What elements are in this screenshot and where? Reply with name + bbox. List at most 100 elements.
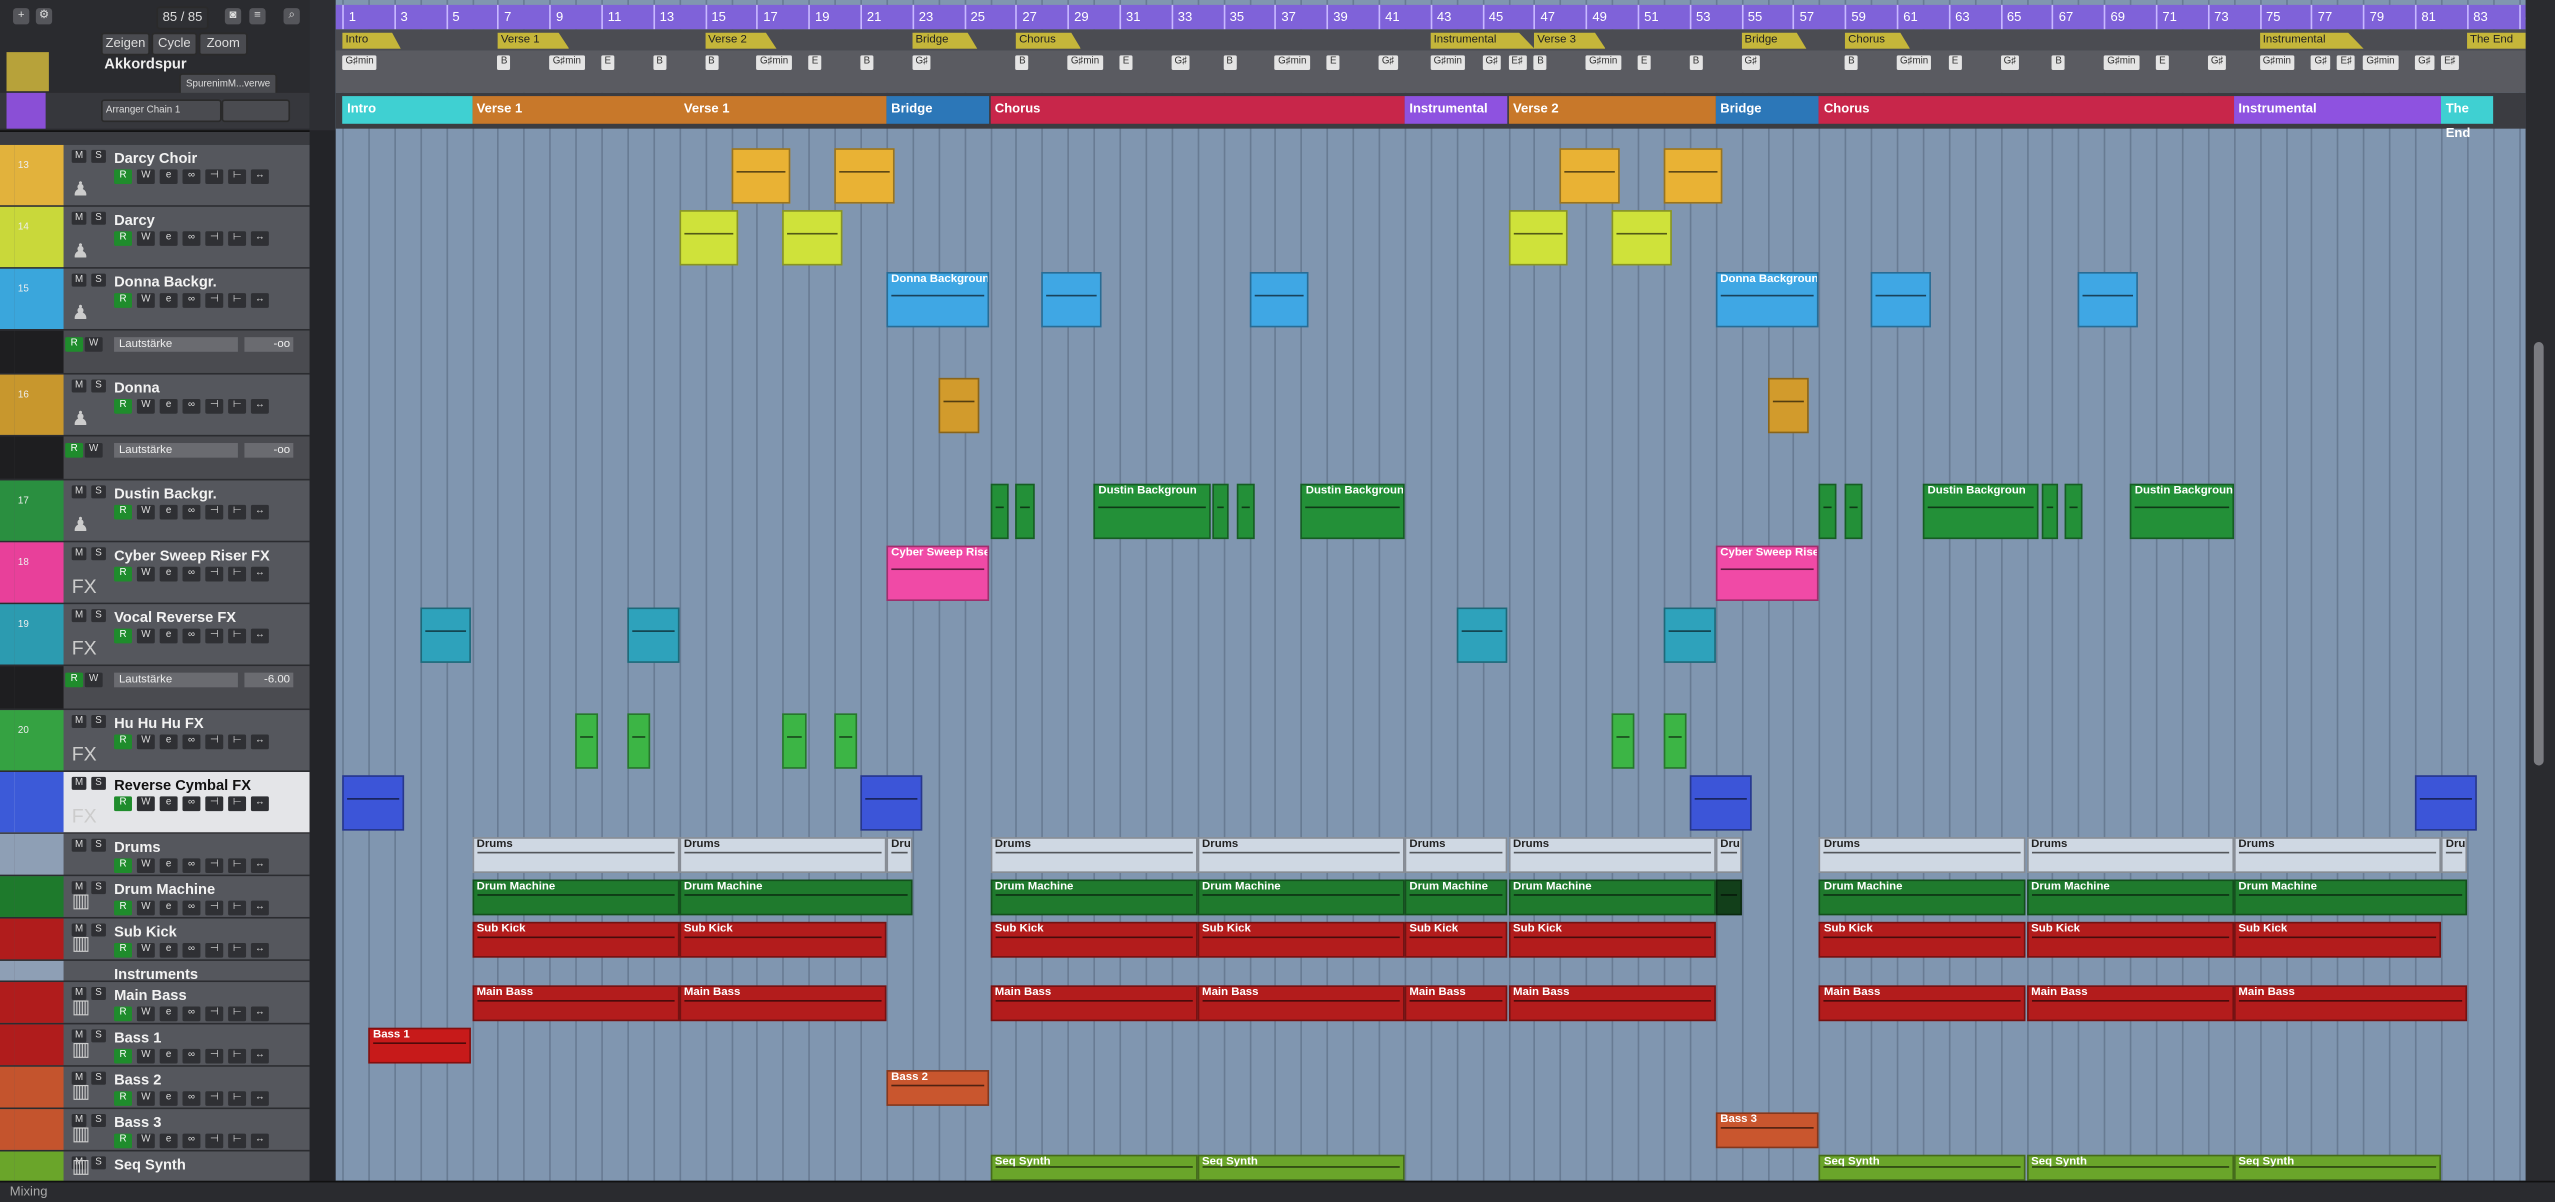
arranger-section[interactable]: Verse 2: [1508, 96, 1716, 124]
mute-button[interactable]: M: [71, 485, 87, 499]
send-button[interactable]: ⊢: [228, 1006, 247, 1022]
chord-event[interactable]: G♯: [912, 55, 932, 71]
event-display[interactable]: 1 3 5 7 9 11 13 15 17 19 21 23 25 27 29 31 33 35 37 39 41 43 4…: [335, 0, 2526, 1181]
insert-button[interactable]: ⊣: [205, 169, 224, 185]
chord-event[interactable]: B: [2052, 55, 2066, 71]
monitor-button[interactable]: W: [136, 1006, 155, 1022]
event[interactable]: Sub Kick: [471, 921, 679, 958]
event[interactable]: [1015, 483, 1034, 540]
arranger-section[interactable]: Verse 1: [471, 96, 679, 124]
track-header[interactable]: Sub Kick M S R We ∞ ⊣ ⊢ ↔ ▥: [0, 918, 310, 961]
read-automation-icon[interactable]: R: [65, 337, 84, 352]
record-enable-button[interactable]: R: [114, 566, 132, 582]
solo-button[interactable]: S: [91, 379, 106, 393]
event[interactable]: Drum Machine: [1819, 879, 2027, 916]
event[interactable]: Main Bass: [1197, 985, 1405, 1022]
chord-event[interactable]: B: [497, 55, 511, 71]
chord-event[interactable]: E: [1637, 55, 1651, 71]
edit-button[interactable]: e: [159, 1048, 178, 1064]
chord-event[interactable]: G♯: [1378, 55, 1398, 71]
monitor-button[interactable]: W: [136, 943, 155, 958]
chord-event[interactable]: G♯min: [1430, 55, 1466, 71]
event[interactable]: Drum Machine: [989, 879, 1198, 916]
record-enable-button[interactable]: R: [114, 1006, 132, 1022]
event[interactable]: Sub Kick: [1819, 921, 2027, 958]
zoom-button[interactable]: Zoom: [198, 32, 248, 56]
send-button[interactable]: ⊢: [228, 169, 247, 185]
insert-button[interactable]: ⊣: [205, 1133, 224, 1149]
monitor-button[interactable]: W: [136, 169, 155, 185]
lane-button[interactable]: ↔: [250, 566, 269, 582]
event[interactable]: Drums: [678, 837, 887, 873]
insert-button[interactable]: ⊣: [205, 1048, 224, 1064]
send-button[interactable]: ⊢: [228, 1133, 247, 1149]
send-button[interactable]: ⊢: [228, 900, 247, 916]
arranger-section[interactable]: Chorus: [1819, 96, 2234, 124]
automation-param[interactable]: Lautstärke: [114, 443, 238, 458]
chord-event[interactable]: G♯: [2311, 55, 2331, 71]
chord-event[interactable]: E: [601, 55, 615, 71]
lane-button[interactable]: ↔: [250, 1133, 269, 1149]
solo-button[interactable]: S: [91, 1156, 106, 1170]
monitor-button[interactable]: W: [136, 504, 155, 520]
automation-value[interactable]: -oo: [244, 443, 294, 458]
event[interactable]: [1611, 713, 1636, 769]
send-button[interactable]: ⊢: [228, 504, 247, 520]
edit-button[interactable]: e: [159, 231, 178, 246]
send-button[interactable]: ⊢: [228, 1048, 247, 1064]
chord-event[interactable]: E: [808, 55, 822, 71]
event[interactable]: [1663, 148, 1724, 204]
write-automation-icon[interactable]: W: [84, 672, 103, 688]
chord-event[interactable]: G♯min: [2259, 55, 2295, 71]
edit-button[interactable]: e: [159, 734, 178, 750]
link-button[interactable]: ∞: [182, 566, 201, 582]
arranger-section[interactable]: Bridge: [1715, 96, 1819, 124]
mute-button[interactable]: M: [71, 838, 87, 852]
monitor-button[interactable]: W: [136, 734, 155, 750]
solo-button[interactable]: S: [91, 485, 106, 499]
event[interactable]: [1236, 483, 1255, 540]
send-button[interactable]: ⊢: [228, 399, 247, 414]
edit-button[interactable]: e: [159, 399, 178, 414]
link-button[interactable]: ∞: [182, 1133, 201, 1149]
chord-event[interactable]: G♯min: [549, 55, 585, 71]
track-header[interactable]: 19 Vocal Reverse FX M S R We ∞ ⊣ ⊢ ↔ FX: [0, 604, 310, 667]
insert-button[interactable]: ⊣: [205, 734, 224, 750]
chord-event[interactable]: G♯min: [2363, 55, 2398, 71]
send-button[interactable]: ⊢: [228, 796, 247, 812]
arranger-section[interactable]: Bridge: [886, 96, 990, 124]
event[interactable]: [1715, 879, 1742, 916]
mute-button[interactable]: M: [71, 609, 87, 623]
event[interactable]: [730, 148, 791, 204]
marker[interactable]: The End: [2466, 32, 2526, 49]
marker[interactable]: Chorus: [1844, 32, 1911, 49]
monitor-button[interactable]: W: [136, 1048, 155, 1064]
monitor-button[interactable]: W: [136, 858, 155, 873]
track-header[interactable]: 13 Darcy Choir M S R We ∞ ⊣ ⊢ ↔ ♟: [0, 144, 310, 207]
event[interactable]: Seq Synth: [1197, 1154, 1405, 1181]
arranger-section[interactable]: The End: [2440, 96, 2493, 140]
event[interactable]: Drum Machine: [1508, 879, 1716, 916]
lane-button[interactable]: ↔: [250, 1091, 269, 1106]
event[interactable]: Drums: [1819, 837, 2027, 873]
event[interactable]: [627, 713, 651, 769]
event[interactable]: [342, 775, 405, 831]
solo-button[interactable]: S: [91, 986, 106, 1001]
track-header[interactable]: 16 Donna M S R We ∞ ⊣ ⊢ ↔ ♟: [0, 374, 310, 437]
event[interactable]: Bass 1: [368, 1027, 472, 1064]
insert-button[interactable]: ⊣: [205, 858, 224, 873]
event[interactable]: [834, 713, 858, 769]
event[interactable]: Bass 2: [886, 1070, 990, 1106]
event[interactable]: Main Bass: [1819, 985, 2027, 1022]
event[interactable]: [1663, 713, 1687, 769]
insert-button[interactable]: ⊣: [205, 293, 224, 308]
link-button[interactable]: ∞: [182, 796, 201, 812]
insert-button[interactable]: ⊣: [205, 566, 224, 582]
marker[interactable]: Bridge: [1741, 32, 1807, 49]
edit-button[interactable]: e: [159, 293, 178, 308]
chord-event[interactable]: E: [1326, 55, 1340, 71]
lane-button[interactable]: ↔: [250, 169, 269, 185]
event[interactable]: Sub Kick: [678, 921, 887, 958]
monitor-button[interactable]: W: [136, 628, 155, 644]
insert-button[interactable]: ⊣: [205, 504, 224, 520]
